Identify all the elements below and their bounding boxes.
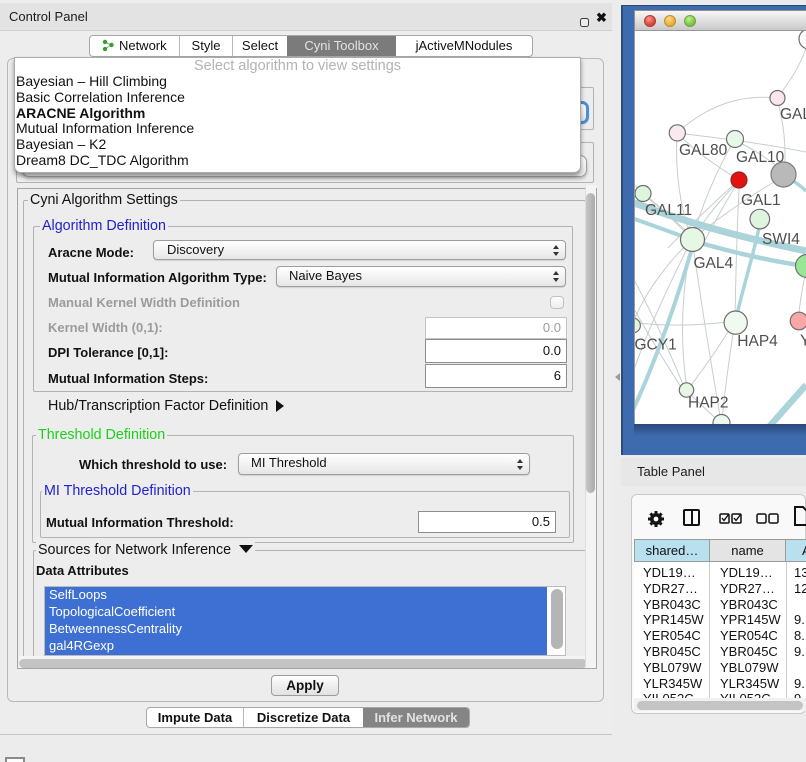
svg-text:GCY1: GCY1 bbox=[635, 337, 677, 354]
svg-text:SWI4: SWI4 bbox=[762, 231, 800, 248]
svg-text:GAL11: GAL11 bbox=[645, 202, 692, 219]
svg-text:GAL80: GAL80 bbox=[679, 142, 728, 159]
svg-text:GAL10: GAL10 bbox=[736, 149, 785, 166]
svg-text:GAL4: GAL4 bbox=[694, 255, 734, 272]
svg-text:Y: Y bbox=[800, 333, 806, 350]
svg-text:GAL1: GAL1 bbox=[741, 192, 781, 209]
svg-text:GAL7: GAL7 bbox=[780, 106, 806, 123]
svg-text:HAP4: HAP4 bbox=[737, 333, 778, 350]
svg-text:HAP2: HAP2 bbox=[688, 395, 729, 412]
